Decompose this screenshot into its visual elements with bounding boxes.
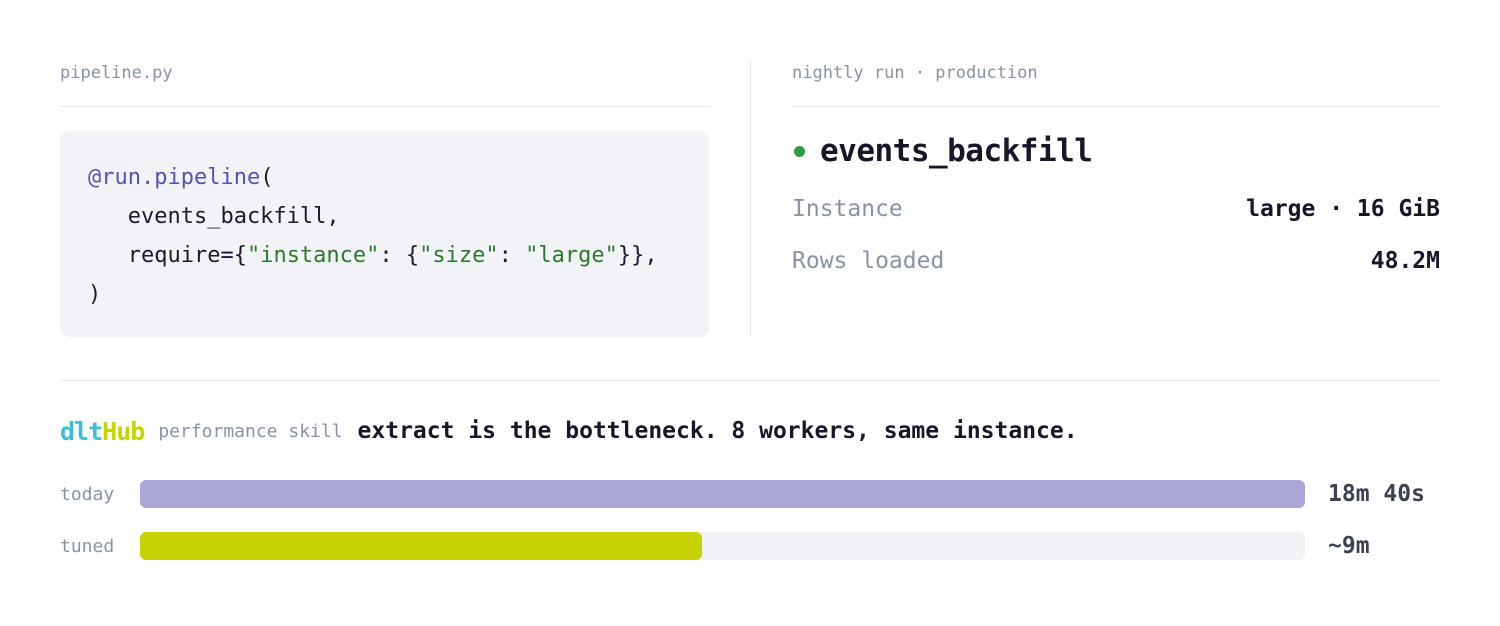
- code-line: events_backfill,: [88, 197, 681, 236]
- bar-fill-tuned: [140, 532, 702, 560]
- logo-part-hub: Hub: [102, 416, 145, 446]
- metric-row-rows-loaded: Rows loaded 48.2M: [792, 235, 1440, 287]
- dlthub-logo: dltHub: [60, 416, 145, 446]
- run-context-label: nightly run · production: [792, 63, 1038, 83]
- code-panel: pipeline.py @run.pipeline( events_backfi…: [60, 56, 709, 337]
- logo-part-dlt: dlt: [60, 416, 103, 446]
- comparison-row-today: today 18m 40s: [60, 479, 1440, 509]
- status-dot-icon: [794, 145, 805, 157]
- bar-value: 18m 40s: [1328, 481, 1425, 507]
- code-token: "size": [419, 243, 499, 268]
- code-token: : {: [379, 243, 420, 268]
- insight-message: extract is the bottleneck. 8 workers, sa…: [357, 418, 1078, 444]
- code-token: @run.pipeline: [88, 165, 261, 190]
- code-block[interactable]: @run.pipeline( events_backfill, require=…: [60, 131, 709, 337]
- run-title: events_backfill: [792, 133, 1440, 169]
- bar-fill-today: [140, 480, 1305, 508]
- code-token: require={: [88, 243, 247, 268]
- code-token: "large": [525, 243, 618, 268]
- code-token: (: [260, 165, 274, 190]
- insight-row: dltHub performance skill extract is the …: [60, 414, 1440, 448]
- bar-value: ~9m: [1328, 533, 1370, 559]
- run-name: events_backfill: [820, 133, 1093, 169]
- metric-value: large · 16 GiB: [1246, 196, 1440, 222]
- run-panel: nightly run · production events_backfill…: [792, 56, 1440, 287]
- bar-label: tuned: [60, 535, 115, 557]
- bar-track: [140, 532, 1305, 560]
- code-line: @run.pipeline(: [88, 158, 681, 197]
- code-token: "instance": [246, 243, 380, 268]
- code-line: ): [88, 275, 681, 314]
- comparison-row-tuned: tuned ~9m: [60, 531, 1440, 561]
- code-token: :: [498, 243, 526, 268]
- vertical-divider: [750, 60, 751, 337]
- code-token: events_backfill,: [88, 204, 340, 229]
- code-token: ): [88, 282, 102, 307]
- bar-track: [140, 480, 1305, 508]
- code-line: require={"instance": {"size": "large"}},: [88, 236, 681, 275]
- divider: [792, 106, 1440, 107]
- section-divider: [60, 380, 1440, 381]
- divider: [60, 106, 709, 107]
- code-token: }},: [617, 243, 658, 268]
- skill-tag: performance skill: [158, 420, 343, 442]
- metric-value: 48.2M: [1370, 248, 1440, 274]
- metric-row-instance: Instance large · 16 GiB: [792, 183, 1440, 235]
- file-label: pipeline.py: [60, 63, 173, 83]
- metric-key: Rows loaded: [792, 248, 945, 274]
- bar-label: today: [60, 483, 115, 505]
- metric-key: Instance: [792, 196, 903, 222]
